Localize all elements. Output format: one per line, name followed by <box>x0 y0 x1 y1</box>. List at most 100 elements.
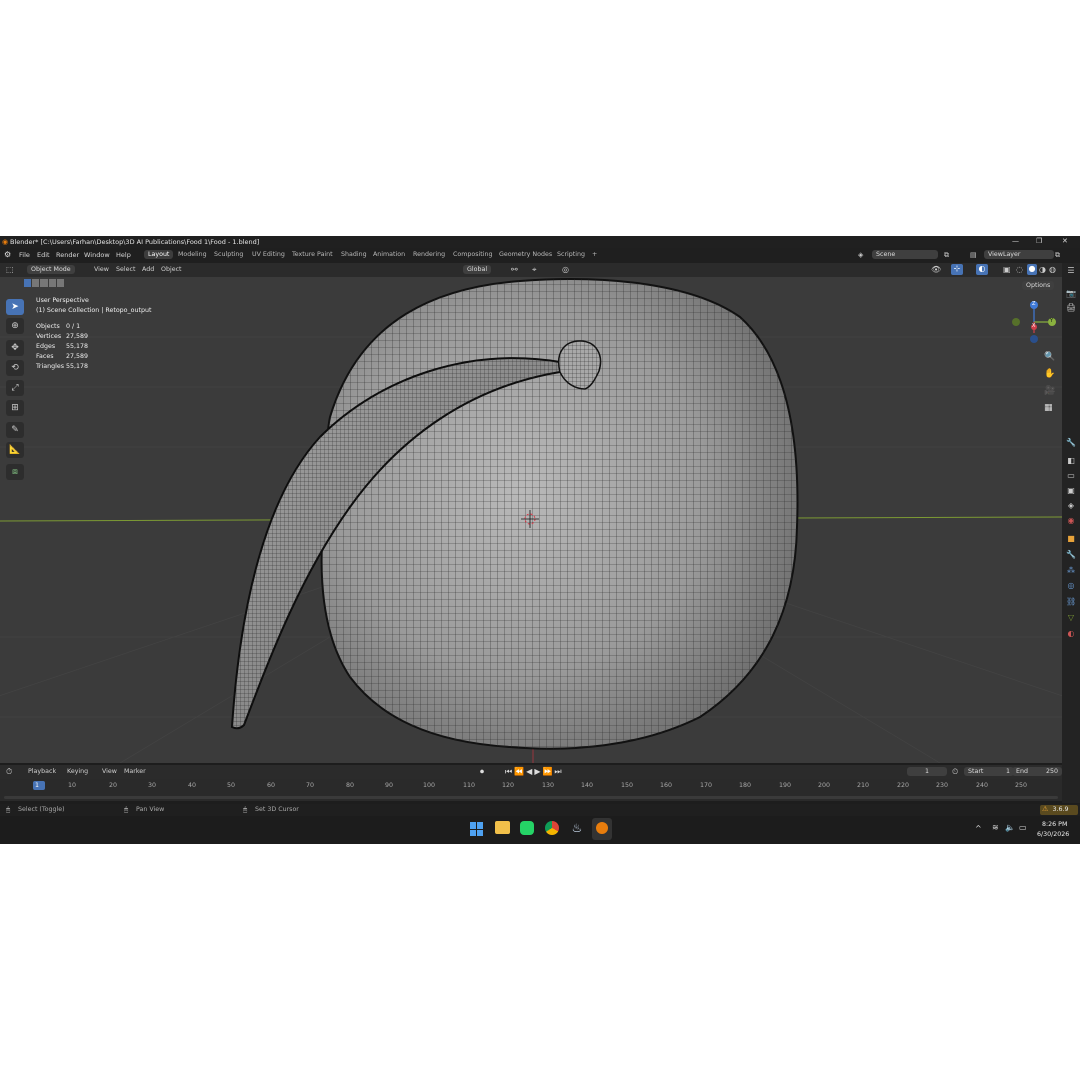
render-properties-icon[interactable]: ◧ <box>1066 456 1076 466</box>
steam-icon[interactable]: ♨ <box>570 821 584 835</box>
proportional-edit-icon[interactable]: ◎ <box>562 265 569 274</box>
end-frame-field[interactable]: End 250 <box>1012 767 1062 776</box>
scene-selector[interactable]: Scene <box>872 250 938 259</box>
add-cube-tool-icon[interactable]: ⧈ <box>6 464 24 480</box>
menu-file[interactable]: File <box>19 251 30 259</box>
rendered-shading-icon[interactable]: ◍ <box>1049 265 1056 274</box>
rotate-tool-icon[interactable]: ⟲ <box>6 360 24 376</box>
mode-selector[interactable]: Object Mode <box>27 265 75 274</box>
menu-playback[interactable]: Playback <box>28 768 56 775</box>
modifier-properties-icon[interactable]: 🔧 <box>1066 550 1076 560</box>
playback-controls-icon[interactable]: ⏮⏪◀▶⏩⏭ <box>505 767 564 777</box>
view-layer-properties-icon[interactable]: ▣ <box>1066 486 1076 496</box>
timeline-scrollbar[interactable] <box>4 796 1058 799</box>
record-icon[interactable]: ⏺ <box>480 767 484 777</box>
measure-tool-icon[interactable]: 📐 <box>6 442 24 458</box>
annotate-tool-icon[interactable]: ✎ <box>6 422 24 438</box>
timer-icon[interactable]: ⏲ <box>952 767 958 777</box>
menu-select[interactable]: Select <box>116 266 135 273</box>
maximize-button[interactable]: ❐ <box>1036 237 1042 245</box>
blender-taskbar-icon[interactable] <box>592 818 612 840</box>
tab-layout[interactable]: Layout <box>144 250 174 259</box>
transform-tool-icon[interactable]: ⊞ <box>6 400 24 416</box>
scene-icon[interactable]: ◈ <box>858 251 863 259</box>
menu-timeline-view[interactable]: View <box>102 768 117 775</box>
view-layer-icon[interactable]: ▤ <box>970 251 977 259</box>
xray-icon[interactable]: ▣ <box>1003 265 1011 274</box>
select-mode-icons[interactable] <box>24 279 65 288</box>
physics-properties-icon[interactable]: ◎ <box>1066 581 1076 591</box>
tab-compositing[interactable]: Compositing <box>453 251 492 258</box>
close-button[interactable]: ✕ <box>1062 237 1068 245</box>
current-frame-field[interactable]: 1 <box>907 767 947 776</box>
scale-tool-icon[interactable]: ⤢ <box>6 380 24 396</box>
blender-menu-icon[interactable]: ⚙ <box>4 250 11 259</box>
solid-shading-icon[interactable]: ● <box>1027 264 1037 275</box>
menu-object[interactable]: Object <box>161 266 182 273</box>
menu-window[interactable]: Window <box>84 251 110 259</box>
scene-properties-icon[interactable]: ◈ <box>1066 501 1076 511</box>
timeline-ruler[interactable]: 1 10 20 30 40 50 60 70 80 90 100 110 120… <box>0 779 1062 801</box>
visibility-icon[interactable]: 👁 <box>931 265 941 274</box>
start-frame-field[interactable]: Start 1 <box>964 767 1014 776</box>
menu-keying[interactable]: Keying <box>67 768 88 775</box>
tab-modeling[interactable]: Modeling <box>178 251 207 258</box>
wifi-icon[interactable]: ≋ <box>992 823 999 832</box>
tab-animation[interactable]: Animation <box>373 251 405 258</box>
output-icon[interactable]: 🖨 <box>1066 303 1076 313</box>
cursor-tool-icon[interactable]: ⊕ <box>6 318 24 334</box>
tab-geometry-nodes[interactable]: Geometry Nodes <box>499 251 552 258</box>
clock-date[interactable]: 6/30/2026 <box>1037 831 1069 838</box>
file-explorer-icon[interactable] <box>495 821 510 834</box>
ortho-toggle-icon[interactable]: ▦ <box>1044 403 1053 413</box>
menu-marker[interactable]: Marker <box>124 768 146 775</box>
tab-texture-paint[interactable]: Texture Paint <box>292 251 333 258</box>
material-properties-icon[interactable]: ◐ <box>1066 629 1076 639</box>
battery-icon[interactable]: ▭ <box>1019 823 1027 832</box>
gizmo-toggle-icon[interactable]: ⊹ <box>951 264 963 275</box>
menu-edit[interactable]: Edit <box>37 251 50 259</box>
menu-render[interactable]: Render <box>56 251 79 259</box>
zoom-icon[interactable]: 🔍 <box>1044 352 1055 362</box>
overlay-toggle-icon[interactable]: ◐ <box>976 264 988 275</box>
clock-time[interactable]: 8:26 PM <box>1042 821 1067 828</box>
timeline-editor-icon[interactable]: ⏱ <box>6 767 12 777</box>
constraints-properties-icon[interactable]: ⛓ <box>1066 597 1076 607</box>
particles-properties-icon[interactable]: ⁂ <box>1066 566 1076 576</box>
camera-view-icon[interactable]: 🎥 <box>1044 386 1055 396</box>
data-properties-icon[interactable]: ▽ <box>1066 613 1076 623</box>
tab-sculpting[interactable]: Sculpting <box>214 251 243 258</box>
menu-help[interactable]: Help <box>116 251 131 259</box>
output-properties-icon[interactable]: ▭ <box>1066 471 1076 481</box>
move-tool-icon[interactable]: ✥ <box>6 340 24 356</box>
new-view-layer-icon[interactable]: ⧉ <box>1055 251 1060 260</box>
tool-properties-icon[interactable]: 🔧 <box>1066 438 1076 448</box>
whatsapp-icon[interactable] <box>520 821 534 835</box>
transform-orientation-selector[interactable]: Global <box>463 265 492 274</box>
tab-scripting[interactable]: Scripting <box>557 251 585 258</box>
volume-icon[interactable]: 🔈 <box>1005 823 1015 832</box>
minimize-button[interactable]: — <box>1012 237 1019 245</box>
tab-rendering[interactable]: Rendering <box>413 251 445 258</box>
tab-uv-editing[interactable]: UV Editing <box>252 251 285 258</box>
new-scene-icon[interactable]: ⧉ <box>944 251 949 260</box>
add-workspace-button[interactable]: + <box>592 251 597 258</box>
render-icon[interactable]: 📷 <box>1066 289 1076 299</box>
select-tool-icon[interactable]: ➤ <box>6 299 24 315</box>
view-layer-selector[interactable]: ViewLayer <box>984 250 1054 259</box>
wireframe-shading-icon[interactable]: ◌ <box>1016 265 1023 274</box>
start-menu-icon[interactable] <box>470 822 484 836</box>
editor-type-icon[interactable]: ⬚ <box>6 265 14 274</box>
pivot-icon[interactable]: ⚯ <box>511 265 518 274</box>
pan-icon[interactable]: ✋ <box>1044 369 1055 379</box>
tray-chevron-icon[interactable]: ^ <box>975 824 982 833</box>
menu-view[interactable]: View <box>94 266 109 273</box>
world-properties-icon[interactable]: ◉ <box>1066 516 1076 526</box>
tab-shading[interactable]: Shading <box>341 251 367 258</box>
object-properties-icon[interactable]: ■ <box>1066 534 1076 544</box>
3d-viewport[interactable]: ➤ ⊕ ✥ ⟲ ⤢ ⊞ ✎ 📐 ⧈ User Perspective (1) S… <box>0 277 1062 763</box>
chrome-icon[interactable] <box>545 821 559 835</box>
menu-add[interactable]: Add <box>142 266 154 273</box>
snap-icon[interactable]: ⌖ <box>532 265 537 275</box>
outliner-toggle-icon[interactable]: ☰ <box>1066 266 1076 276</box>
